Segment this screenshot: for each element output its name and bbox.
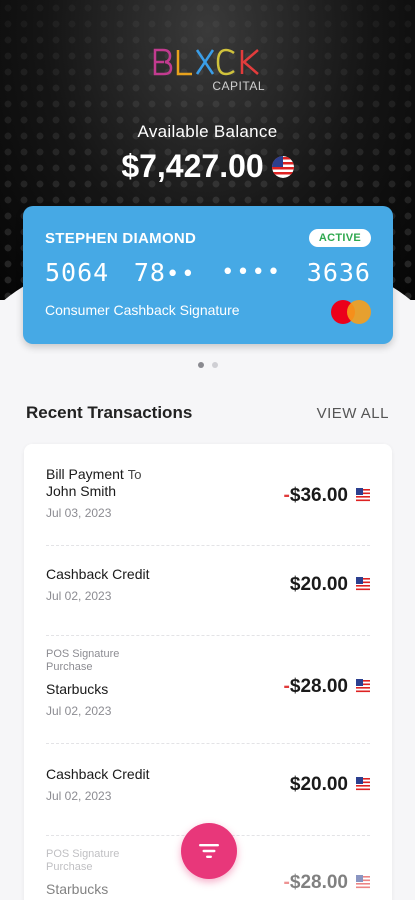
us-flag-icon bbox=[356, 577, 370, 596]
transaction-amount: -$28.00 bbox=[283, 872, 348, 893]
balance-row: $7,427.00 bbox=[0, 148, 415, 185]
payment-card[interactable]: STEPHEN DIAMOND ACTIVE 5064 78•• •••• 36… bbox=[23, 206, 393, 344]
recent-transactions-title: Recent Transactions bbox=[26, 403, 193, 422]
balance-amount: $7,427.00 bbox=[121, 148, 264, 184]
us-flag-icon bbox=[271, 155, 294, 178]
card-number-last: 3636 bbox=[306, 258, 371, 287]
transaction-amount: $20.00 bbox=[289, 774, 348, 795]
list-item[interactable]: Cashback Credit Jul 02, 2023 $20.00 bbox=[46, 566, 370, 636]
mastercard-icon bbox=[331, 300, 371, 324]
view-all-button[interactable]: VIEW ALL bbox=[317, 405, 389, 422]
us-flag-icon bbox=[356, 679, 370, 698]
card-type: Consumer Cashback Signature bbox=[45, 302, 240, 318]
transaction-date: Jul 03, 2023 bbox=[46, 506, 112, 520]
transaction-amount: $20.00 bbox=[289, 574, 348, 595]
filter-button[interactable] bbox=[181, 823, 237, 879]
list-item[interactable]: Bill Payment To John Smith Jul 03, 2023 … bbox=[46, 466, 370, 546]
transaction-date: Jul 02, 2023 bbox=[46, 704, 112, 718]
us-flag-icon bbox=[356, 875, 370, 894]
us-flag-icon bbox=[356, 777, 370, 796]
transaction-type: Purchase bbox=[46, 661, 93, 673]
filter-icon bbox=[199, 844, 219, 858]
transaction-to-label: To bbox=[127, 467, 142, 482]
us-flag-icon bbox=[356, 488, 370, 507]
balance-label: Available Balance bbox=[137, 122, 278, 141]
card-status-badge: ACTIVE bbox=[308, 229, 371, 247]
logo-subtitle: CAPITAL bbox=[212, 79, 265, 93]
card-holder-name: STEPHEN DIAMOND bbox=[45, 230, 197, 247]
transaction-amount: -$36.00 bbox=[283, 485, 348, 506]
transaction-amount: -$28.00 bbox=[283, 676, 348, 697]
brand-logo: CAPITAL bbox=[150, 44, 270, 94]
carousel-dot[interactable] bbox=[197, 362, 204, 368]
carousel-indicator bbox=[0, 362, 415, 368]
card-number: 5064 78•• •••• 3636 bbox=[45, 258, 371, 287]
card-number-mask: •••• bbox=[221, 260, 283, 285]
card-number-first: 5064 bbox=[45, 258, 110, 287]
card-number-second: 78•• bbox=[133, 258, 197, 287]
list-item[interactable]: POS Signature Purchase Starbucks Jul 02,… bbox=[46, 648, 370, 744]
transaction-name: Bill Payment bbox=[46, 466, 124, 482]
carousel-dot[interactable] bbox=[211, 362, 218, 368]
transaction-type: POS Signature bbox=[46, 648, 120, 660]
